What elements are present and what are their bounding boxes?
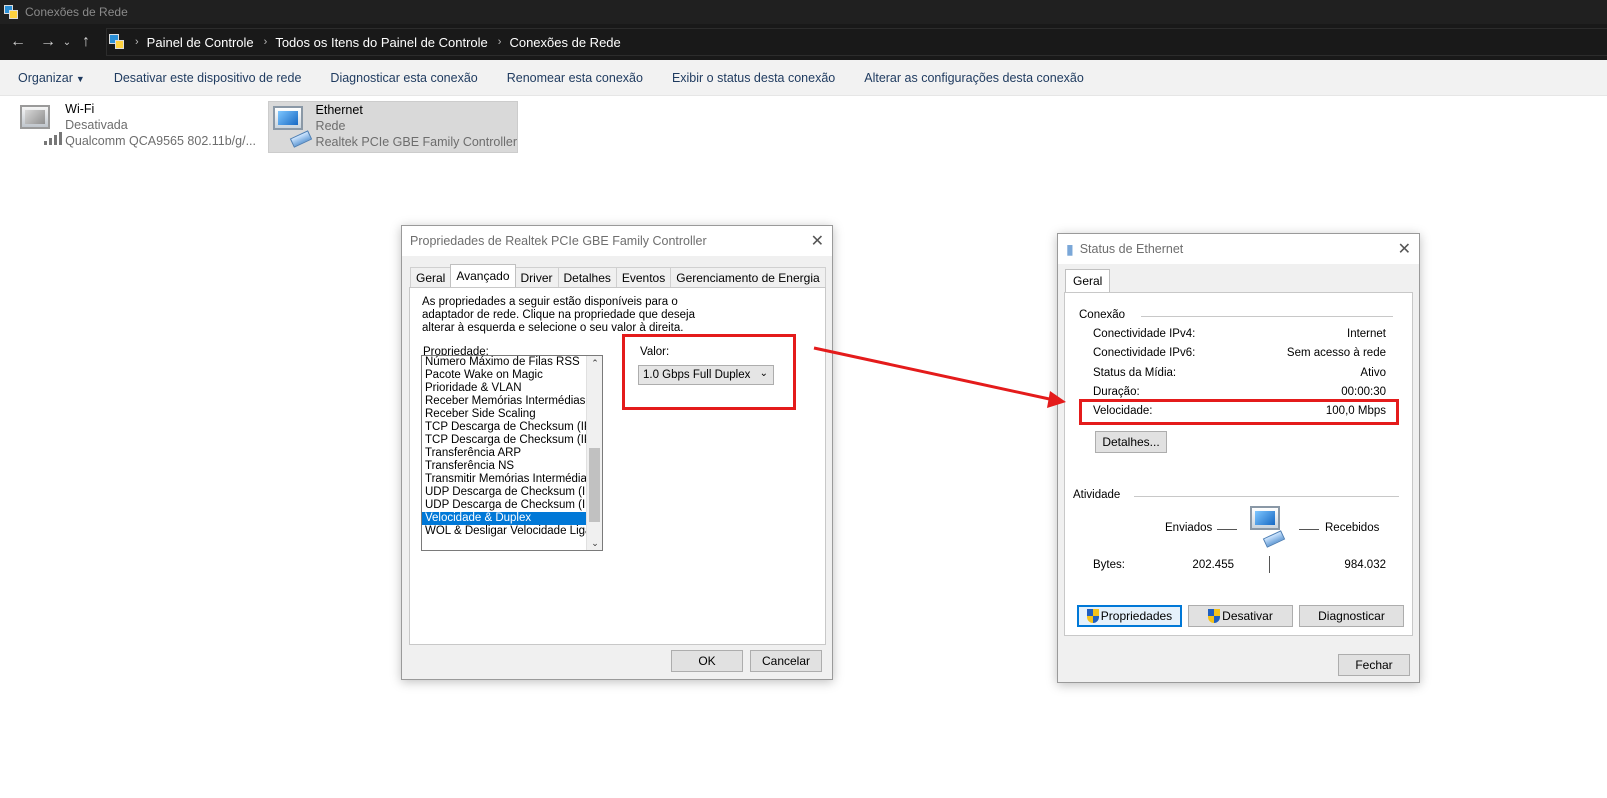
tab-advanced[interactable]: Avançado xyxy=(450,264,516,287)
tab-strip: Geral xyxy=(1065,269,1111,292)
annotation-arrow xyxy=(813,346,1066,408)
tab-general[interactable]: Geral xyxy=(1065,269,1111,292)
